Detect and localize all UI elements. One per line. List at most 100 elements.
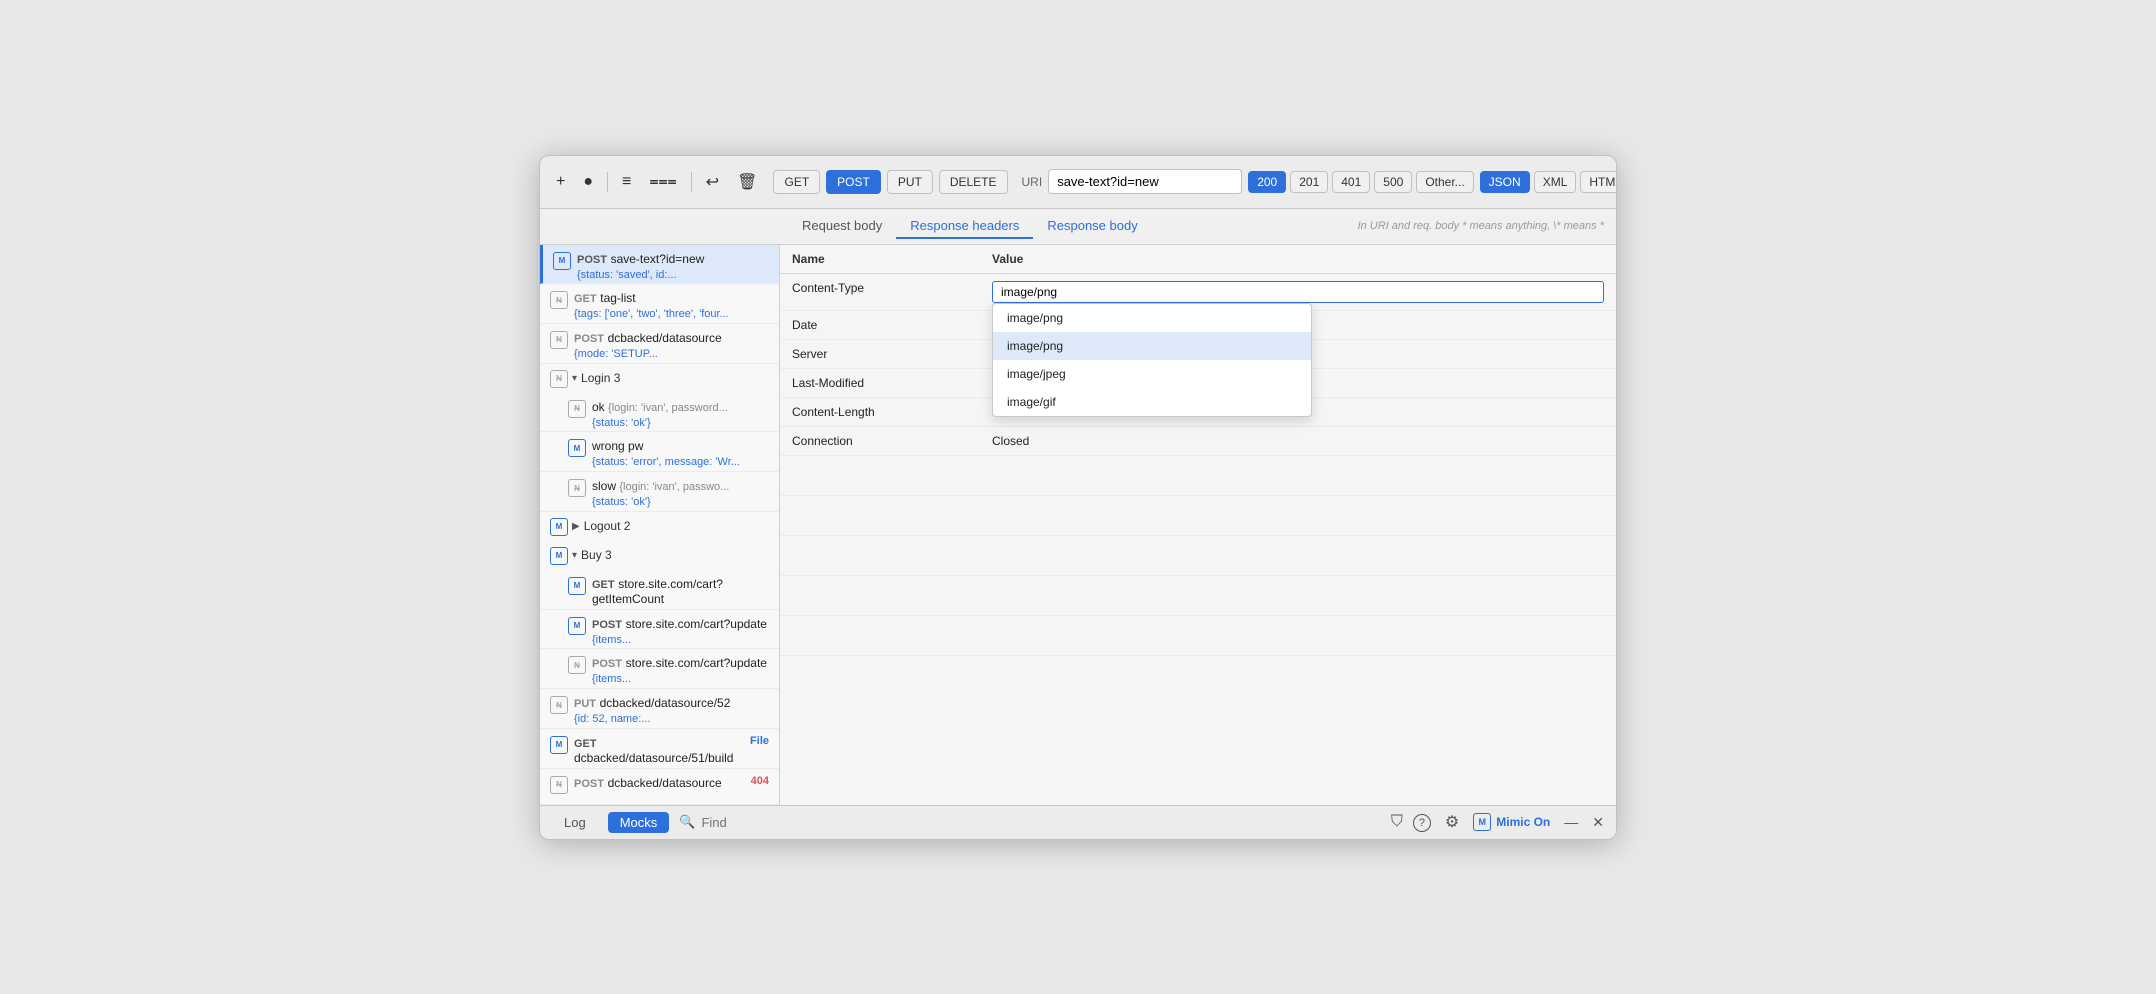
- list-item[interactable]: M POST save-text?id=new {status: 'saved'…: [540, 245, 779, 285]
- request-text: POST store.site.com/cart?update {items..…: [592, 616, 769, 646]
- group-name: Buy 3: [581, 548, 612, 562]
- add-button[interactable]: +: [552, 171, 569, 193]
- request-text: GET store.site.com/cart?getItemCount: [592, 576, 769, 606]
- dropdown-item-selected[interactable]: image/png: [993, 332, 1311, 360]
- header-value-cell: image/png image/png image/jpeg image/gif: [980, 273, 1616, 310]
- response-body-tab[interactable]: Response body: [1033, 214, 1151, 239]
- request-text: POST save-text?id=new {status: 'saved', …: [577, 251, 769, 281]
- list-item[interactable]: M POST store.site.com/cart?update {items…: [540, 610, 779, 650]
- dropdown-item[interactable]: image/png: [993, 304, 1311, 332]
- mock-icon: M: [568, 577, 586, 595]
- request-list: M POST save-text?id=new {status: 'saved'…: [540, 245, 780, 805]
- header-value-cell[interactable]: Closed: [980, 426, 1616, 455]
- group-header-logout[interactable]: M ▶ Logout 2: [540, 512, 779, 541]
- header-name-cell: Last-Modified: [780, 368, 980, 397]
- status-201-button[interactable]: 201: [1290, 171, 1328, 193]
- list-item[interactable]: N PUT dcbacked/datasource/52 {id: 52, na…: [540, 689, 779, 729]
- uri-label: URI: [1022, 175, 1043, 189]
- main-window: + ● ≡ ⩶ ↩ 🗑 GET POST PUT DELETE URI 200 …: [539, 155, 1617, 840]
- status-other-button[interactable]: Other...: [1416, 171, 1473, 193]
- no-match-icon: N: [568, 400, 586, 418]
- toolbar-separator-2: [691, 172, 692, 192]
- col-value-header: Value: [980, 245, 1616, 274]
- mock-icon: M: [568, 617, 586, 635]
- header-name-cell: Server: [780, 339, 980, 368]
- status-401-button[interactable]: 401: [1332, 171, 1370, 193]
- dropdown-item[interactable]: image/gif: [993, 388, 1311, 416]
- list-item[interactable]: M wrong pw {status: 'error', message: 'W…: [540, 432, 779, 472]
- request-text: POST store.site.com/cart?update {items..…: [592, 655, 769, 685]
- list-item[interactable]: N POST dcbacked/datasource 404: [540, 769, 779, 805]
- format-xml-button[interactable]: XML: [1534, 171, 1577, 193]
- group-name: Login 3: [581, 371, 620, 385]
- group-header-login[interactable]: N ▾ Login 3: [540, 364, 779, 393]
- filter-icon-button[interactable]: ⛉: [1391, 813, 1403, 831]
- no-match-icon: N: [550, 291, 568, 309]
- status-200-button[interactable]: 200: [1248, 171, 1286, 193]
- format-html-button[interactable]: HTML: [1580, 171, 1617, 193]
- request-text: GET tag-list {tags: ['one', 'two', 'thre…: [574, 290, 769, 320]
- group-name: Logout 2: [584, 519, 631, 533]
- tabs-row: Request body Response headers Response b…: [540, 209, 1616, 245]
- col-name-header: Name: [780, 245, 980, 274]
- request-text: POST dcbacked/datasource {mode: 'SETUP..…: [574, 330, 769, 360]
- get-method-button[interactable]: GET: [773, 170, 820, 194]
- format-json-button[interactable]: JSON: [1480, 171, 1530, 193]
- list-item[interactable]: N ok {login: 'ivan', password... {status…: [540, 393, 779, 433]
- close-button[interactable]: ✕: [1592, 814, 1604, 831]
- uri-input[interactable]: [1048, 169, 1242, 194]
- no-match-icon: N: [550, 776, 568, 794]
- indent-button[interactable]: ⩶: [645, 171, 680, 193]
- table-row: Content-Type image/png image/png image/j…: [780, 273, 1616, 310]
- no-match-icon: N: [550, 696, 568, 714]
- no-match-icon: N: [550, 370, 568, 388]
- record-button[interactable]: ●: [579, 171, 597, 193]
- toolbar-separator-1: [607, 172, 608, 192]
- content-type-input[interactable]: [992, 281, 1604, 303]
- list-item[interactable]: M GET store.site.com/cart?getItemCount: [540, 570, 779, 610]
- header-name-cell: Content-Length: [780, 397, 980, 426]
- log-tab[interactable]: Log: [552, 812, 598, 833]
- table-row-empty: [780, 575, 1616, 615]
- list-item[interactable]: N POST store.site.com/cart?update {items…: [540, 649, 779, 689]
- table-row-empty: [780, 495, 1616, 535]
- delete-method-button[interactable]: DELETE: [939, 170, 1008, 194]
- bottom-bar: Log Mocks 🔍 ⛉ ? ⚙ M Mimic On — ✕: [540, 805, 1616, 839]
- list-item[interactable]: M GET dcbacked/datasource/51/build File: [540, 729, 779, 769]
- help-button[interactable]: ?: [1413, 813, 1431, 832]
- status-codes: 200 201 401 500 Other...: [1248, 171, 1473, 193]
- no-match-icon: N: [568, 479, 586, 497]
- toolbar-left: + ● ≡ ⩶ ↩ 🗑: [552, 170, 761, 194]
- table-row-empty: [780, 535, 1616, 575]
- dropdown-item[interactable]: image/jpeg: [993, 360, 1311, 388]
- list-button[interactable]: ≡: [618, 171, 635, 193]
- mimic-m-icon: M: [1473, 813, 1491, 831]
- minimize-button[interactable]: —: [1564, 814, 1578, 830]
- group-header-buy[interactable]: M ▾ Buy 3: [540, 541, 779, 570]
- put-method-button[interactable]: PUT: [887, 170, 933, 194]
- file-badge: File: [750, 735, 769, 747]
- mocks-tab[interactable]: Mocks: [608, 812, 670, 833]
- request-body-tab[interactable]: Request body: [788, 214, 896, 239]
- request-text: slow {login: 'ivan', passwo... {status: …: [592, 478, 769, 508]
- request-text: PUT dcbacked/datasource/52 {id: 52, name…: [574, 695, 769, 725]
- search-input[interactable]: [701, 815, 1380, 830]
- request-name: POST save-text?id=new {status: 'saved', …: [577, 251, 769, 281]
- list-item[interactable]: N slow {login: 'ivan', passwo... {status…: [540, 472, 779, 512]
- status-500-button[interactable]: 500: [1374, 171, 1412, 193]
- delete-button[interactable]: 🗑: [733, 170, 761, 194]
- undo-button[interactable]: ↩: [702, 170, 723, 194]
- settings-button[interactable]: ⚙: [1445, 812, 1459, 832]
- post-method-button[interactable]: POST: [826, 170, 881, 194]
- headers-table: Name Value Content-Type: [780, 245, 1616, 805]
- format-buttons: JSON XML HTML Plain text File: [1480, 164, 1617, 200]
- bottom-right: ? ⚙ M Mimic On — ✕: [1413, 812, 1604, 832]
- response-headers-tab[interactable]: Response headers: [896, 214, 1033, 239]
- mimic-label: Mimic On: [1496, 815, 1550, 829]
- table-row: Connection Closed: [780, 426, 1616, 455]
- list-item[interactable]: N GET tag-list {tags: ['one', 'two', 'th…: [540, 284, 779, 324]
- list-item[interactable]: N POST dcbacked/datasource {mode: 'SETUP…: [540, 324, 779, 364]
- mock-icon: M: [553, 252, 571, 270]
- mock-icon: M: [550, 518, 568, 536]
- main-content: M POST save-text?id=new {status: 'saved'…: [540, 245, 1616, 805]
